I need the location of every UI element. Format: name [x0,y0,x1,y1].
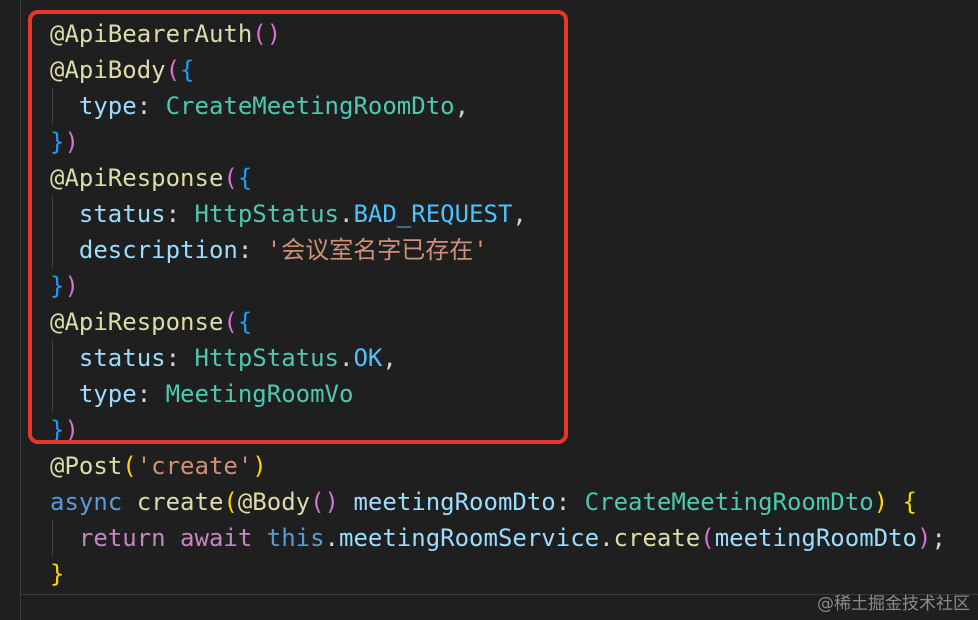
code-line[interactable]: } [50,556,64,592]
code-token: meetingRoomService [339,524,600,552]
code-token: ) [873,488,889,516]
code-token: create [136,488,224,516]
code-token: return [50,524,181,552]
code-token: () [310,488,340,516]
code-token: @Body [237,488,311,516]
code-line[interactable]: return await this.meetingRoomService.cre… [50,520,946,556]
code-token: await [180,524,267,552]
code-token: } [50,560,65,588]
code-token: . [324,524,339,552]
code-line[interactable]: async create(@Body() meetingRoomDto: Cre… [50,484,917,520]
code-token: CreateMeetingRoomDto [584,488,874,516]
code-token: : [555,488,585,516]
code-token: meetingRoomDto [714,524,917,552]
code-token: this [266,524,325,552]
code-token: 'create' [136,452,253,480]
highlight-annotation-box [28,10,568,444]
code-token: . [599,524,614,552]
watermark: @稀土掘金技术社区 [817,594,970,614]
code-token: @Post [50,452,123,480]
code-token: async [50,488,137,516]
code-line[interactable]: @Post('create') [50,448,267,484]
code-token: create [613,524,701,552]
code-token: ( [700,524,715,552]
code-token: ) [252,452,267,480]
code-token: { [888,488,918,516]
code-token: ; [931,524,946,552]
code-token: ( [122,452,137,480]
code-token: ) [917,524,932,552]
code-token: meetingRoomDto [339,488,556,516]
code-token: ( [223,488,238,516]
